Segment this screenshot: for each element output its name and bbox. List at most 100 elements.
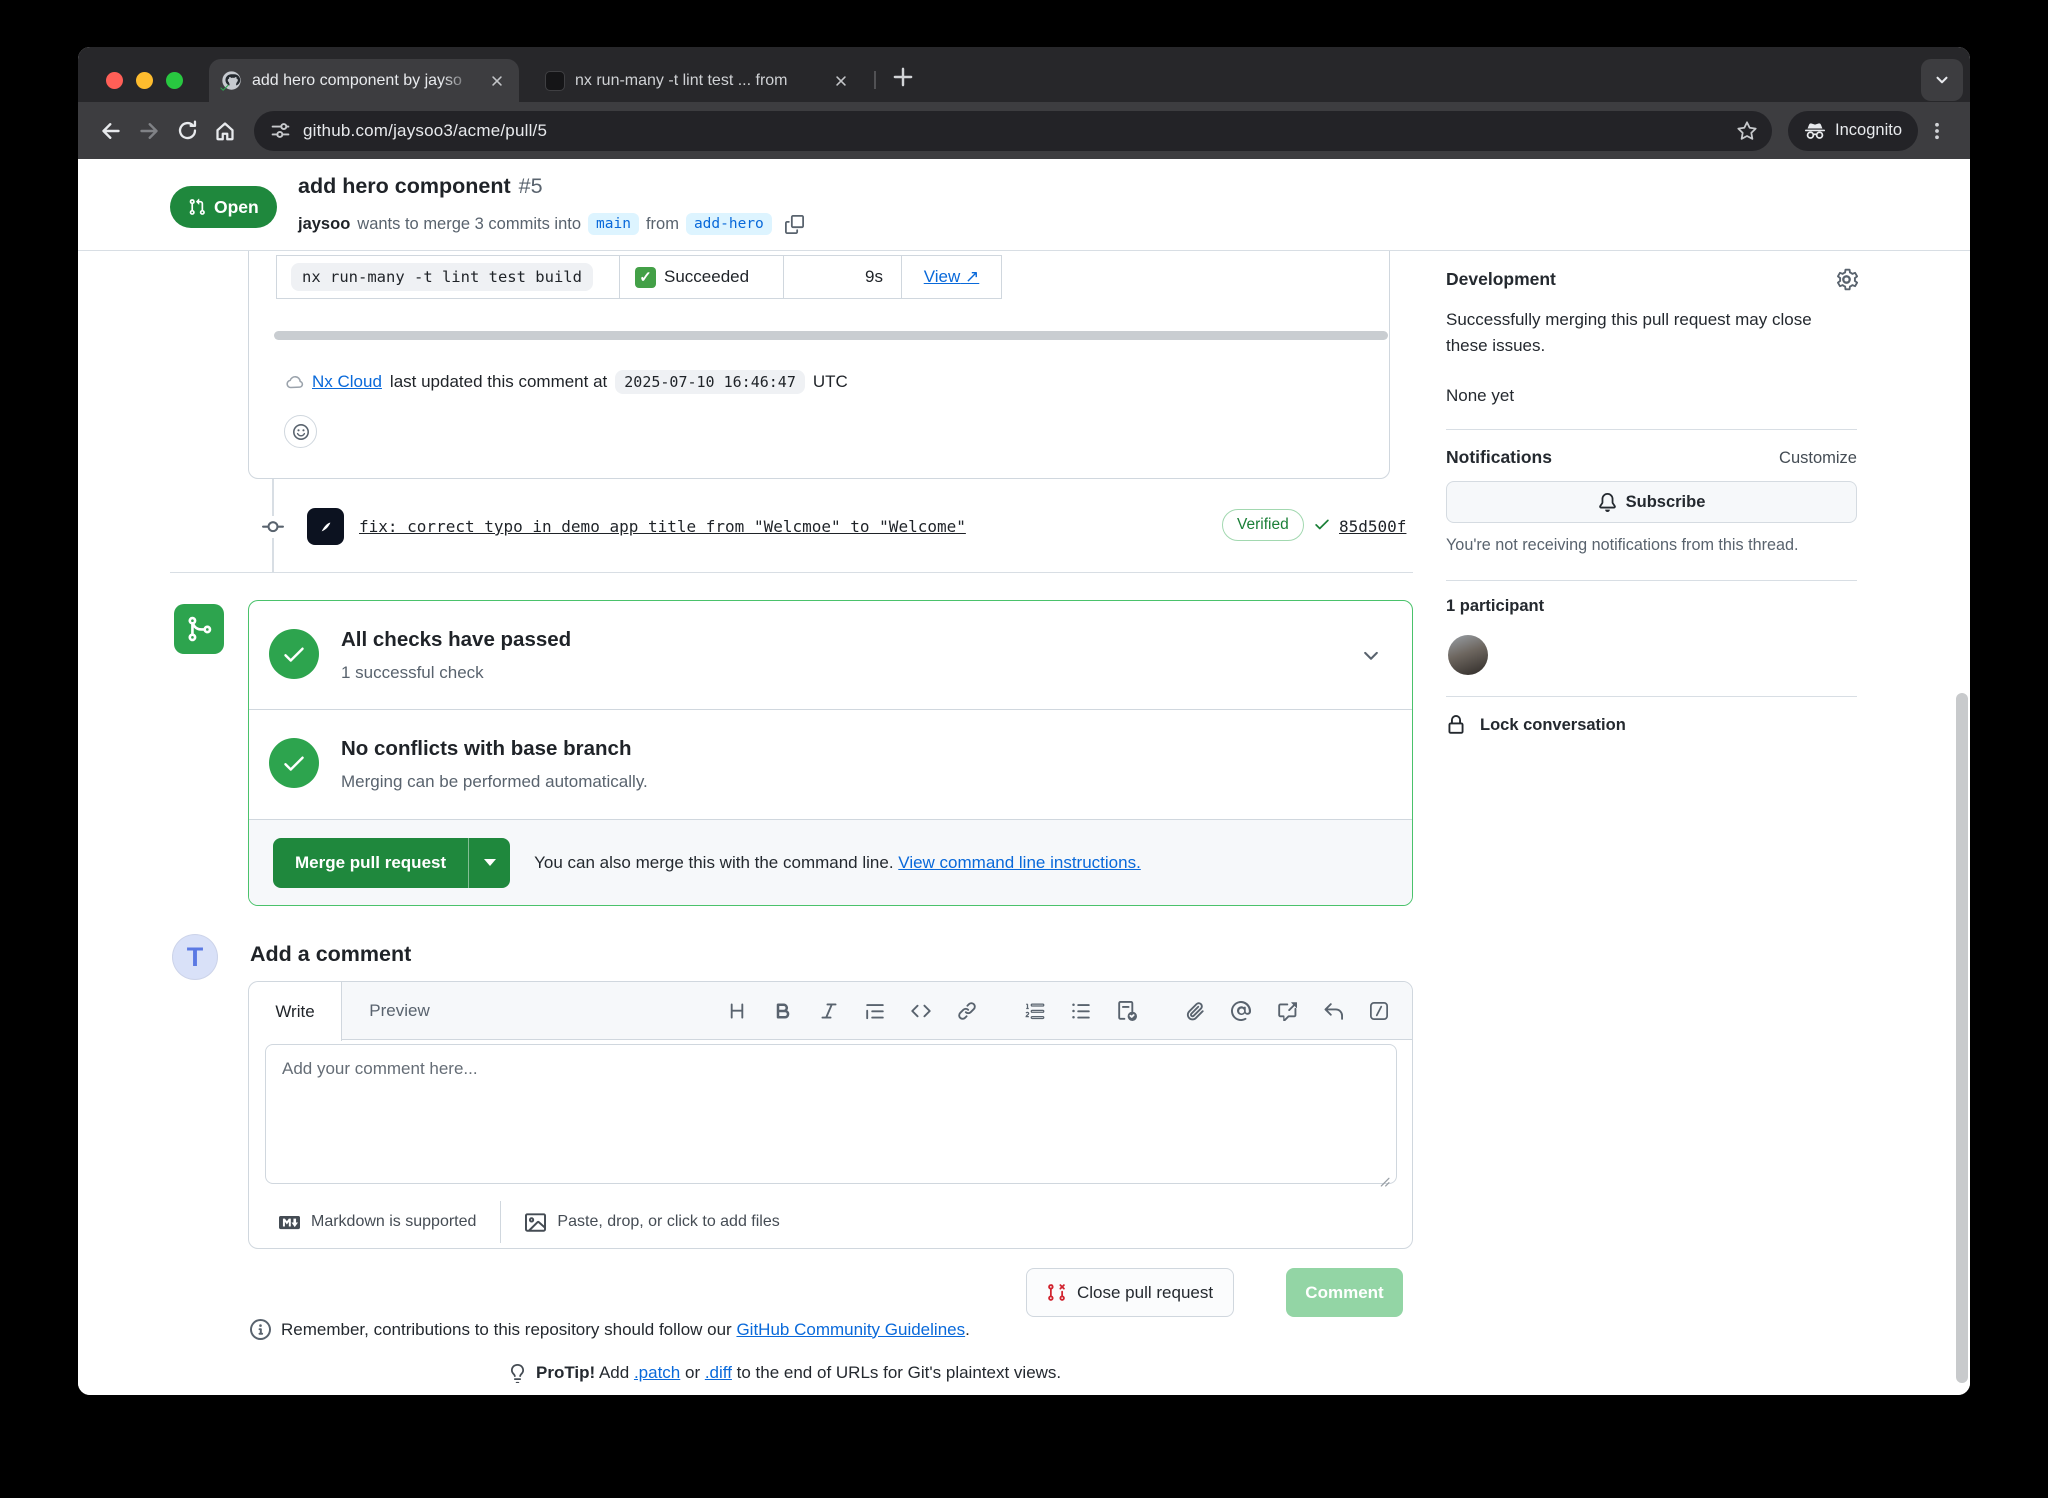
- site-settings-icon[interactable]: [270, 120, 291, 141]
- mention-icon[interactable]: [1230, 1000, 1252, 1022]
- patch-link[interactable]: .patch: [634, 1363, 680, 1382]
- url-text: github.com/jaysoo3/acme/pull/5: [303, 121, 1718, 141]
- quote-icon[interactable]: [864, 1000, 886, 1022]
- traffic-light-zoom[interactable]: [166, 72, 183, 89]
- tab-divider: [874, 71, 876, 89]
- commit-sha-link[interactable]: 85d500f: [1339, 517, 1406, 536]
- gear-icon[interactable]: [1834, 267, 1859, 292]
- merge-button-label: Merge pull request: [273, 838, 468, 888]
- slash-commands-icon[interactable]: [1368, 1000, 1390, 1022]
- github-pr-page: nx run-many -t lint test build ✓ Succeed…: [78, 159, 1970, 1395]
- success-check-icon: ✓: [635, 267, 656, 288]
- browser-window: add hero component by jayso nx run-many …: [78, 47, 1970, 1395]
- checks-passed-icon: [269, 629, 319, 679]
- tab-nx-run[interactable]: nx run-many -t lint test ... from: [533, 59, 863, 102]
- nx-cloud-link[interactable]: Nx Cloud: [312, 372, 382, 392]
- check-view-cell: View ↗: [902, 255, 1002, 299]
- back-button[interactable]: [92, 112, 130, 150]
- cli-instructions-link[interactable]: View command line instructions.: [898, 853, 1141, 872]
- commit-message-link[interactable]: fix: correct typo in demo app title from…: [359, 517, 966, 536]
- check-name-cell: nx run-many -t lint test build: [276, 255, 620, 299]
- lock-conversation[interactable]: Lock conversation: [1446, 715, 1626, 735]
- italic-icon[interactable]: [818, 1000, 840, 1022]
- tab-title: add hero component by jayso: [252, 72, 475, 90]
- comment-button[interactable]: Comment: [1286, 1268, 1403, 1317]
- git-commit-icon: [262, 516, 284, 538]
- comment-textarea[interactable]: [265, 1044, 1397, 1184]
- customize-link[interactable]: Customize: [1446, 449, 1857, 468]
- traffic-light-close[interactable]: [106, 72, 123, 89]
- page-scrollbar[interactable]: [1956, 693, 1968, 1383]
- code-icon[interactable]: [910, 1000, 932, 1022]
- merge-pull-request-button[interactable]: Merge pull request: [273, 838, 510, 888]
- merge-options-dropdown[interactable]: [468, 838, 510, 888]
- tab-write[interactable]: Write: [249, 982, 342, 1041]
- sidebar-divider: [1446, 429, 1857, 430]
- tab-close-icon[interactable]: [829, 69, 853, 93]
- timeline-divider: [170, 572, 1413, 573]
- guidelines-note: Remember, contributions to this reposito…: [250, 1319, 970, 1340]
- commit-check-icon: [1313, 515, 1331, 533]
- merge-box-divider: [249, 709, 1412, 710]
- incognito-icon: [1804, 120, 1826, 142]
- view-link[interactable]: View ↗: [924, 267, 980, 287]
- head-branch-chip[interactable]: add-hero: [686, 213, 772, 235]
- updated-text: last updated this comment at: [390, 372, 607, 392]
- tab-close-icon[interactable]: [485, 69, 509, 93]
- new-tab-button[interactable]: [890, 64, 916, 90]
- horizontal-scrollbar[interactable]: [274, 331, 1388, 340]
- no-conflicts-sub: Merging can be performed automatically.: [341, 772, 648, 792]
- tab-preview[interactable]: Preview: [342, 982, 457, 1040]
- markdown-supported[interactable]: Markdown is supported: [279, 1212, 476, 1233]
- github-favicon-icon: [221, 70, 242, 91]
- browser-menu-icon[interactable]: [1918, 112, 1956, 150]
- paste-drop-files[interactable]: Paste, drop, or click to add files: [525, 1212, 779, 1233]
- close-pr-label: Close pull request: [1077, 1283, 1213, 1303]
- expand-checks-icon[interactable]: [1360, 645, 1382, 667]
- pr-author[interactable]: jaysoo: [298, 215, 350, 234]
- participant-avatar[interactable]: [1448, 635, 1488, 675]
- pr-header: Open add hero component#5 jaysoo wants t…: [78, 159, 1970, 251]
- verified-badge[interactable]: Verified: [1222, 509, 1304, 541]
- bullet-list-icon[interactable]: [1070, 1000, 1092, 1022]
- task-list-icon[interactable]: [1116, 1000, 1138, 1022]
- home-button[interactable]: [206, 112, 244, 150]
- traffic-light-minimize[interactable]: [136, 72, 153, 89]
- git-merge-icon: [174, 604, 224, 654]
- add-reaction-button[interactable]: [284, 415, 317, 448]
- markdown-icon: [279, 1212, 300, 1233]
- base-branch-chip[interactable]: main: [588, 213, 639, 235]
- attach-file-icon[interactable]: [1184, 1000, 1206, 1022]
- tab-pull-request[interactable]: add hero component by jayso: [209, 59, 519, 102]
- bookmark-star-icon[interactable]: [1730, 114, 1764, 148]
- community-guidelines-link[interactable]: GitHub Community Guidelines: [736, 1320, 965, 1339]
- copy-branch-icon[interactable]: [785, 215, 804, 234]
- check-command: nx run-many -t lint test build: [291, 263, 593, 291]
- pr-title: add hero component#5: [298, 174, 543, 199]
- development-body: Successfully merging this pull request m…: [1446, 307, 1857, 360]
- checks-passed-sub: 1 successful check: [341, 663, 484, 683]
- cross-reference-icon[interactable]: [1276, 1000, 1298, 1022]
- committer-avatar[interactable]: [307, 508, 344, 545]
- diff-link[interactable]: .diff: [705, 1363, 732, 1382]
- resize-handle-icon[interactable]: [1377, 1174, 1390, 1187]
- close-pull-request-button[interactable]: Close pull request: [1026, 1268, 1234, 1317]
- browser-toolbar: github.com/jaysoo3/acme/pull/5 Incognito: [78, 102, 1970, 159]
- tab-search-button[interactable]: [1921, 59, 1963, 101]
- check-duration-cell: 9s: [784, 255, 902, 299]
- numbered-list-icon[interactable]: [1024, 1000, 1046, 1022]
- heading-icon[interactable]: [726, 1000, 748, 1022]
- link-icon[interactable]: [956, 1000, 978, 1022]
- bold-icon[interactable]: [772, 1000, 794, 1022]
- light-bulb-icon: [508, 1364, 527, 1383]
- tab-check-icon: [219, 82, 230, 93]
- address-bar[interactable]: github.com/jaysoo3/acme/pull/5: [254, 111, 1772, 151]
- subscribe-button[interactable]: Subscribe: [1446, 481, 1857, 523]
- cloud-icon: [285, 373, 304, 392]
- saved-replies-icon[interactable]: [1322, 1000, 1344, 1022]
- no-conflicts-title: No conflicts with base branch: [341, 737, 631, 761]
- closed-pr-icon: [1047, 1283, 1066, 1302]
- reload-button[interactable]: [168, 112, 206, 150]
- incognito-badge: Incognito: [1788, 111, 1918, 151]
- forward-button[interactable]: [130, 112, 168, 150]
